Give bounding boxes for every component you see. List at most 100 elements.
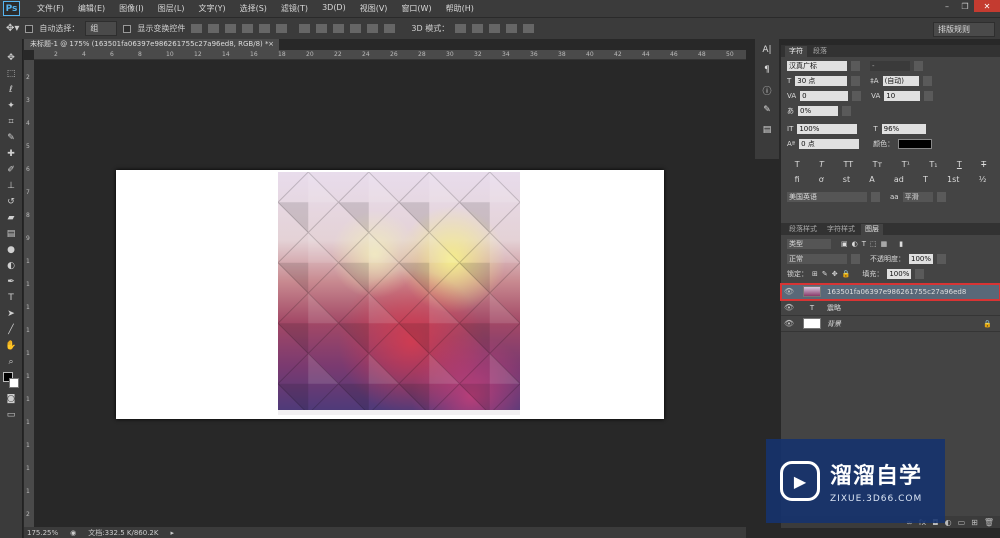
adjustment-layer-icon[interactable]: ◐ [945,518,952,527]
distribute-top-icon[interactable] [299,24,311,33]
menu-item[interactable]: 编辑(E) [71,3,112,14]
layer-row-image[interactable]: 👁 163501fa06397e986261755c27a96ed8 [780,283,1000,301]
stamp-tool-icon[interactable]: ⊥ [4,179,19,192]
menu-item[interactable]: 视图(V) [353,3,395,14]
tab-paragraph-styles[interactable]: 段落样式 [785,224,821,235]
auto-select-dropdown[interactable]: 组 [85,21,118,36]
lock-brush-icon[interactable]: ✎ [822,270,828,278]
path-select-tool-icon[interactable]: ➤ [4,307,19,320]
font-style-field[interactable]: - [870,61,910,71]
ligature-icon[interactable]: fi [795,175,800,184]
3d-drag-icon[interactable] [489,24,501,33]
horizontal-scale-field[interactable]: 96% [881,124,926,134]
info-panel-icon[interactable]: ⓘ [760,83,774,97]
close-tab-icon[interactable]: × [268,39,274,50]
visibility-eye-icon[interactable]: 👁 [781,303,797,312]
3d-roll-icon[interactable] [472,24,484,33]
menu-item[interactable]: 滤镜(T) [274,3,315,14]
vertical-scale-field[interactable]: 100% [797,124,858,134]
stylistic-icon[interactable]: A [869,175,874,184]
menu-item[interactable]: 文字(Y) [191,3,232,14]
diamond-pattern-image[interactable] [278,172,520,415]
menu-item[interactable]: 选择(S) [233,3,274,14]
all-caps-icon[interactable]: TT [844,160,854,169]
kerning-field[interactable]: 0 [800,91,849,101]
filter-shape-icon[interactable]: ⬚ [870,240,877,248]
quick-select-tool-icon[interactable]: ✦ [4,99,19,112]
filter-type-icon[interactable]: T [862,240,866,248]
line-tool-icon[interactable]: ╱ [4,323,19,336]
distribute-bottom-icon[interactable] [333,24,345,33]
visibility-eye-icon[interactable]: 👁 [781,319,797,328]
distribute-right-icon[interactable] [384,24,396,33]
dodge-tool-icon[interactable]: ◐ [4,259,19,272]
blend-mode-dropdown[interactable] [851,254,860,264]
show-transform-checkbox[interactable] [123,24,132,33]
character-panel-icon[interactable]: A| [760,43,774,57]
text-color-swatch[interactable] [898,139,933,149]
filter-adjust-icon[interactable]: ◐ [852,240,858,248]
filter-toggle-icon[interactable]: ▮ [899,240,903,248]
healing-tool-icon[interactable]: ✚ [4,147,19,160]
crop-tool-icon[interactable]: ⌗ [4,115,19,128]
delete-layer-icon[interactable]: 🗑 [984,518,994,527]
strikethrough-icon[interactable]: T [981,160,986,169]
marquee-tool-icon[interactable]: ⬚ [4,67,19,80]
new-group-icon[interactable]: ▭ [958,518,966,527]
font-size-dropdown[interactable] [851,76,861,86]
pen-tool-icon[interactable]: ✒ [4,275,19,288]
move-tool-icon[interactable]: ✥▾ [6,23,19,34]
zoom-tool-icon[interactable]: ⌕ [4,355,19,368]
menu-item[interactable]: 窗口(W) [394,3,438,14]
tsume-dropdown[interactable] [842,106,851,116]
layer-filter-field[interactable]: 类型 [787,239,831,249]
hand-tool-icon[interactable]: ✋ [4,339,19,352]
language-dropdown[interactable] [871,192,880,202]
status-arrow-icon[interactable]: ▸ [170,529,174,537]
quick-mask-icon[interactable]: ◙ [4,392,19,405]
minimize-icon[interactable]: – [938,0,956,12]
tracking-field[interactable]: 10 [884,91,921,101]
distribute-middle-icon[interactable] [316,24,328,33]
language-field[interactable]: 美国英语 [787,192,867,202]
type-tool-icon[interactable]: T [4,291,19,304]
lock-all-icon[interactable]: 🔒 [842,270,851,278]
kerning-dropdown[interactable] [852,91,862,101]
swash-icon[interactable]: st [843,175,850,184]
fraction-icon[interactable]: 1st [947,175,959,184]
font-family-field[interactable]: 汉真广标 [787,61,847,71]
zoom-level[interactable]: 175.25% [27,529,58,537]
underline-icon[interactable]: T [957,160,962,169]
tab-layers[interactable]: 图层 [861,224,883,235]
status-info-icon[interactable]: ◉ [70,529,76,537]
opacity-field[interactable]: 100% [909,254,933,264]
distribute-left-icon[interactable] [350,24,362,33]
lasso-tool-icon[interactable]: ℓ [4,83,19,96]
faux-bold-icon[interactable]: T [795,160,800,169]
3d-rotate-icon[interactable] [455,24,467,33]
align-bottom-icon[interactable] [225,24,237,33]
visibility-eye-icon[interactable]: 👁 [781,287,797,296]
document-tab[interactable]: 未标题-1 @ 175% (163501fa06397e986261755c27… [24,39,279,50]
menu-item[interactable]: 图像(I) [112,3,151,14]
blend-mode-field[interactable]: 正常 [787,254,847,264]
tsume-field[interactable]: 0% [798,106,838,116]
tab-character[interactable]: 字符 [785,46,807,57]
filter-smart-icon[interactable]: ▦ [881,240,888,248]
menu-item[interactable]: 文件(F) [30,3,71,14]
3d-scale-icon[interactable] [523,24,535,33]
filter-pixel-icon[interactable]: ▣ [841,240,848,248]
antialias-dropdown[interactable] [936,192,946,202]
leading-dropdown[interactable] [922,76,932,86]
lock-move-icon[interactable]: ✥ [832,270,838,278]
color-swatches[interactable] [3,372,19,388]
align-left-icon[interactable] [242,24,254,33]
menu-item[interactable]: 帮助(H) [439,3,481,14]
align-middle-icon[interactable] [208,24,220,33]
align-top-icon[interactable] [191,24,203,33]
lock-transparent-icon[interactable]: ⊞ [812,270,818,278]
move-tool-icon[interactable]: ✥ [4,51,19,64]
history-panel-icon[interactable]: ▤ [760,123,774,137]
paragraph-panel-icon[interactable]: ¶ [760,63,774,77]
ordinal-icon[interactable]: T [923,175,928,184]
